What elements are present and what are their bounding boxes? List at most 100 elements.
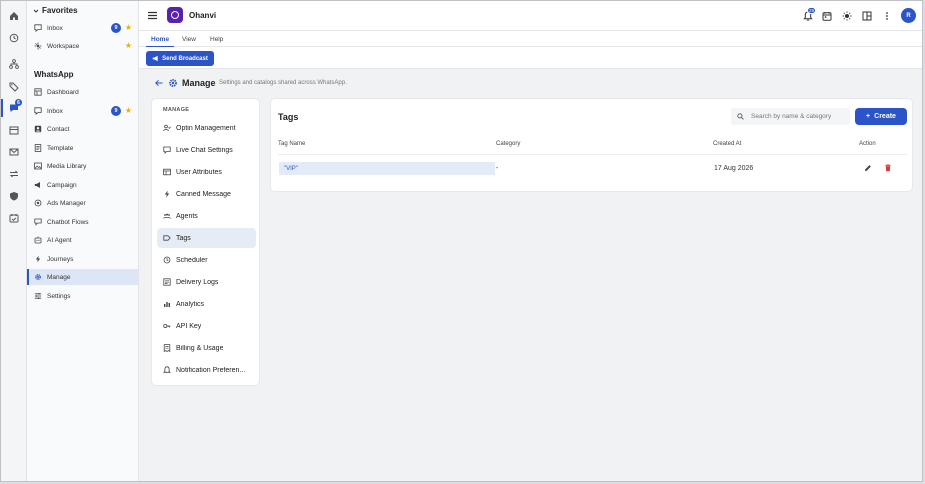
rail-home-icon[interactable] — [5, 7, 23, 25]
inbox-icon — [33, 107, 42, 116]
back-arrow-icon[interactable] — [154, 78, 164, 88]
star-icon[interactable]: ★ — [125, 106, 132, 116]
tag-created-at-cell: 17 Aug 2026 — [714, 165, 754, 172]
table-icon — [163, 168, 171, 176]
calendar-button[interactable] — [821, 10, 832, 21]
menu-item-agents[interactable]: Agents — [157, 206, 256, 226]
menu-item-user-attributes[interactable]: User Attributes — [157, 162, 256, 182]
sidebar-item-settings[interactable]: Settings — [27, 288, 138, 304]
ads-icon — [33, 199, 42, 208]
group-icon — [163, 212, 171, 220]
menu-item-notification-preferences[interactable]: Notification Preferen... — [157, 360, 256, 380]
send-broadcast-button[interactable]: Send Broadcast — [146, 51, 214, 66]
sidebar-item-label: Inbox — [47, 107, 63, 115]
menu-item-label: Live Chat Settings — [176, 146, 233, 154]
bell-icon — [163, 366, 171, 374]
page-subtitle: Settings and catalogs shared across What… — [219, 80, 347, 86]
menu-item-delivery-logs[interactable]: Delivery Logs — [157, 272, 256, 292]
sidebar-item-ads-manager[interactable]: Ads Manager — [27, 195, 138, 211]
menu-item-label: Analytics — [176, 300, 205, 308]
rail-hierarchy-icon[interactable] — [5, 55, 23, 73]
menu-item-canned-message[interactable]: Canned Message — [157, 184, 256, 204]
sidebar-item-media-library[interactable]: Media Library — [27, 158, 138, 174]
gear-icon — [169, 79, 177, 87]
sidebar-item-journeys[interactable]: Journeys — [27, 251, 138, 267]
clock-icon — [163, 256, 171, 264]
more-vertical-icon — [885, 11, 888, 20]
rail-active-indicator — [1, 99, 3, 117]
menu-item-label: Canned Message — [176, 190, 231, 198]
create-tag-button[interactable]: + Create — [855, 108, 907, 125]
menu-item-api-key[interactable]: API Key — [157, 316, 256, 336]
tag-icon — [163, 234, 171, 242]
more-options-button[interactable] — [881, 10, 892, 21]
dashboard-icon — [33, 88, 42, 97]
log-icon — [163, 278, 171, 286]
search-input[interactable] — [751, 113, 846, 120]
layout-button[interactable] — [861, 10, 872, 21]
count-badge: 9 — [111, 23, 121, 33]
inbox-icon — [33, 24, 42, 33]
sidebar-item-contact[interactable]: Contact — [27, 121, 138, 137]
column-header-tag-name[interactable]: Tag Name — [278, 141, 305, 147]
column-header-category[interactable]: Category — [496, 141, 520, 147]
rail-swap-icon[interactable] — [5, 165, 23, 183]
menu-item-optin-management[interactable]: Optin Management — [157, 118, 256, 138]
menu-item-live-chat-settings[interactable]: Live Chat Settings — [157, 140, 256, 160]
sidebar-item-dashboard[interactable]: Dashboard — [27, 84, 138, 100]
key-icon — [163, 322, 171, 330]
tab-help[interactable]: Help — [210, 31, 223, 47]
sidebar-item-inbox[interactable]: Inbox 9 ★ — [27, 103, 138, 119]
menu-item-scheduler[interactable]: Scheduler — [157, 250, 256, 270]
sidebar-item-chatbot-flows[interactable]: Chatbot Flows — [27, 214, 138, 230]
menu-item-billing-usage[interactable]: Billing & Usage — [157, 338, 256, 358]
hamburger-menu-icon[interactable] — [147, 10, 158, 21]
notifications-button[interactable]: 29 — [802, 7, 817, 21]
panel-layout-icon — [862, 11, 871, 20]
sidebar-item-manage[interactable]: Manage — [27, 269, 138, 285]
sidebar-fav-workspace[interactable]: Workspace ★ — [27, 38, 138, 54]
rail-chat-icon[interactable]: 6 — [5, 99, 23, 117]
tag-category-cell: - — [496, 165, 499, 172]
tag-search-box[interactable] — [731, 108, 850, 125]
rail-tag-icon[interactable] — [5, 78, 23, 96]
favorites-header[interactable]: Favorites — [33, 6, 78, 15]
tab-home[interactable]: Home — [145, 31, 175, 47]
tab-view[interactable]: View — [182, 31, 196, 47]
menu-item-label: User Attributes — [176, 168, 222, 176]
calendar-icon — [822, 11, 831, 21]
sidebar-item-label: Manage — [47, 273, 71, 281]
menu-item-label: Notification Preferen... — [176, 366, 246, 374]
bolt-icon — [33, 255, 42, 264]
brand-name: Ohanvi — [189, 11, 217, 20]
megaphone-icon — [152, 55, 158, 62]
menu-item-analytics[interactable]: Analytics — [157, 294, 256, 314]
rail-calendar-check-icon[interactable] — [5, 209, 23, 227]
sidebar-item-ai-agent[interactable]: AI Agent — [27, 232, 138, 248]
top-bar: Ohanvi 29 R — [139, 1, 922, 31]
tag-name-cell: "VIP" — [279, 162, 495, 175]
delete-tag-button[interactable] — [884, 164, 893, 173]
rail-shield-icon[interactable] — [5, 187, 23, 205]
star-icon[interactable]: ★ — [125, 41, 132, 51]
rail-storefront-icon[interactable] — [5, 121, 23, 139]
rail-mail-icon[interactable] — [5, 143, 23, 161]
sidebar-item-template[interactable]: Template — [27, 140, 138, 156]
column-header-created-at[interactable]: Created At — [713, 141, 741, 147]
contact-icon — [33, 125, 42, 134]
avatar[interactable]: R — [901, 8, 916, 23]
user-check-icon — [163, 124, 171, 132]
workspace-icon — [33, 42, 42, 51]
rail-history-icon[interactable] — [5, 29, 23, 47]
sidebar-item-campaign[interactable]: Campaign — [27, 177, 138, 193]
menu-item-tags[interactable]: Tags — [157, 228, 256, 248]
sidebar-fav-inbox[interactable]: Inbox 9 ★ — [27, 20, 138, 36]
chat-icon — [163, 146, 171, 154]
theme-toggle-button[interactable] — [841, 10, 852, 21]
menu-item-label: Agents — [176, 212, 198, 220]
edit-tag-button[interactable] — [864, 164, 873, 173]
sidebar-item-label: Chatbot Flows — [47, 218, 89, 226]
create-label: Create — [874, 113, 896, 120]
star-icon[interactable]: ★ — [125, 23, 132, 33]
brand-logo[interactable] — [167, 7, 183, 23]
